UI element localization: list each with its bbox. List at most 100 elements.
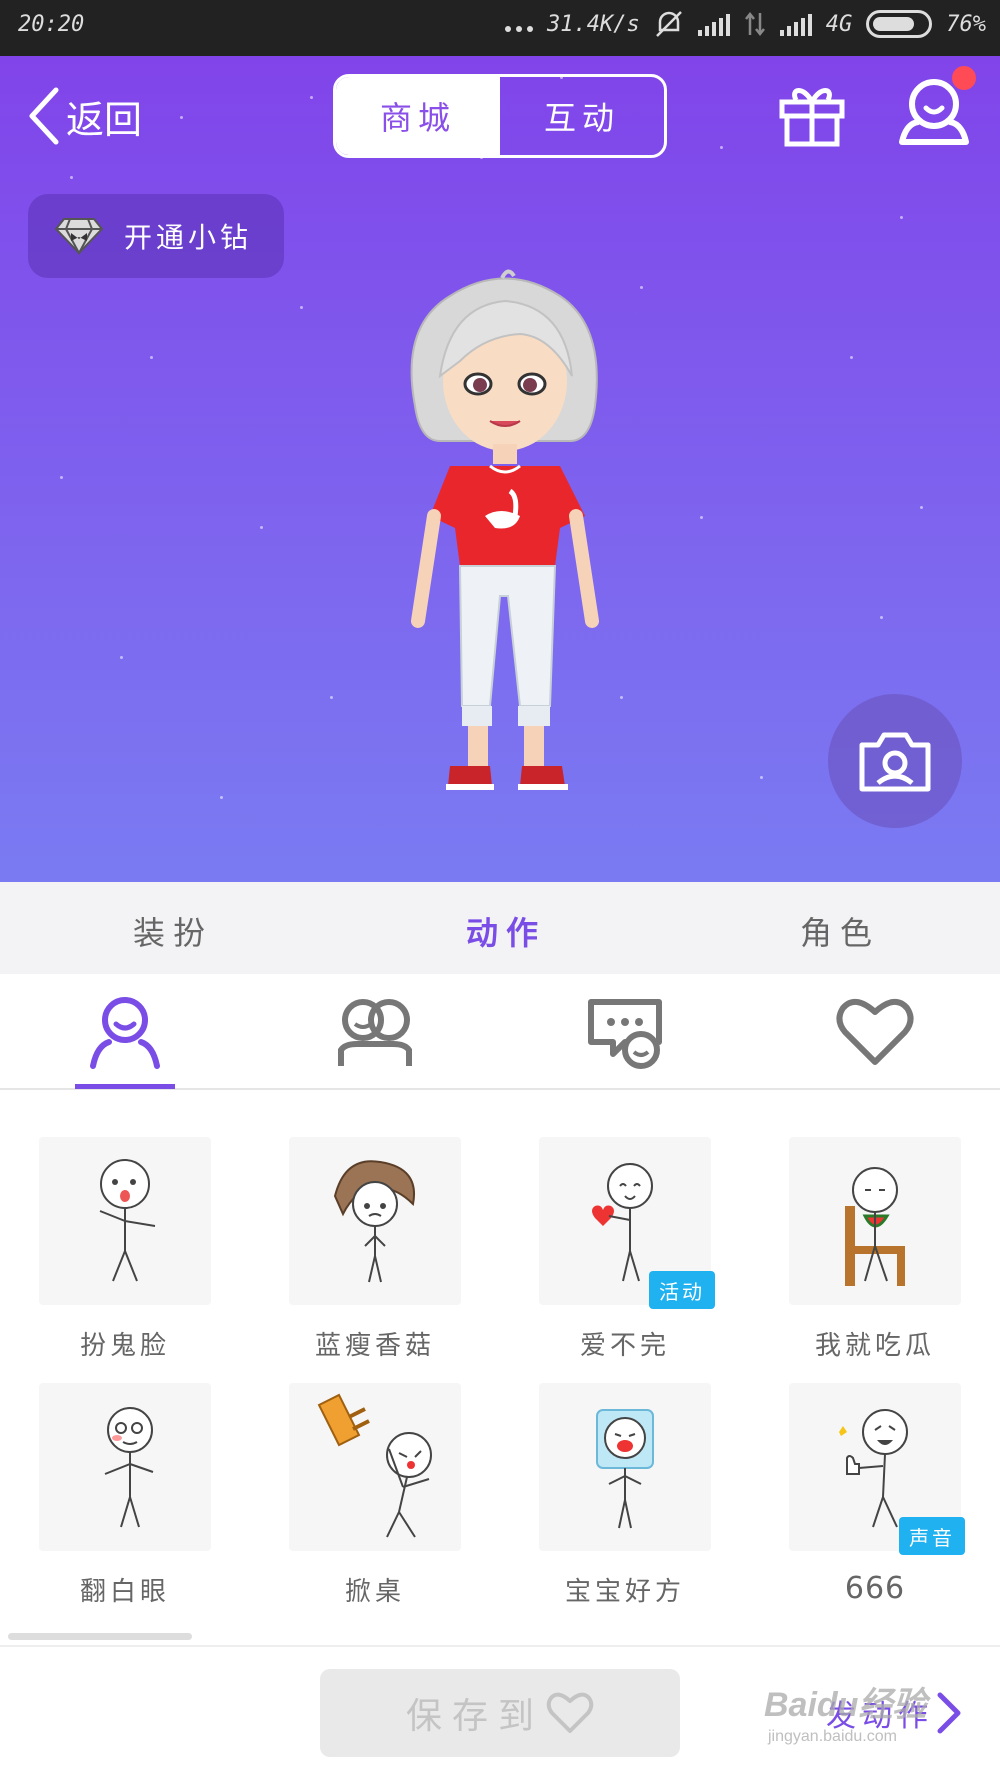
heart-outline-icon [546, 1692, 594, 1733]
star-decoration [180, 116, 183, 119]
action-grid: 扮鬼脸 蓝瘦香菇 活动 爱不完 我就吃瓜 翻白眼 掀桌 宝宝好方 声音 666 [0, 1090, 1000, 1645]
vip-button[interactable]: 开通小钻 [28, 194, 284, 278]
category-bar [0, 974, 1000, 1090]
star-decoration [620, 696, 623, 699]
mute-icon [655, 11, 682, 37]
main-tabs: 装扮 动作 角色 [0, 882, 1000, 974]
chevron-right-icon [937, 1692, 961, 1734]
bottom-bar: 保存到 发动作 Baidu经验 jingyan.baidu.com [0, 1645, 1000, 1778]
camera-icon [859, 732, 931, 792]
action-thumbnail [289, 1383, 461, 1551]
more-dots-icon [505, 26, 534, 32]
gift-icon[interactable] [778, 80, 846, 148]
publish-action-button[interactable]: 发动作 [826, 1691, 962, 1735]
action-item[interactable]: 宝宝好方 [539, 1383, 711, 1608]
avatar-character [410, 269, 599, 790]
battery-percent: 76% [946, 11, 986, 37]
star-decoration [700, 516, 703, 519]
action-item[interactable]: 活动 爱不完 [539, 1137, 715, 1362]
avatar-stage: 返回 商城 互动 开通小钻 [0, 56, 1000, 882]
action-thumbnail [539, 1383, 711, 1551]
category-chat[interactable] [575, 994, 675, 1070]
vip-label: 开通小钻 [124, 221, 253, 254]
action-label: 掀桌 [344, 1577, 405, 1607]
status-bar: 20:20 31.4K/s 4G 76% [0, 0, 1000, 56]
notification-dot [952, 66, 976, 90]
stick-figure-face-icon [99, 1159, 156, 1282]
star-decoration [720, 146, 723, 149]
star-decoration [150, 356, 153, 359]
eye-roll-figure-icon [104, 1407, 154, 1528]
thumbs-up-figure-icon [839, 1409, 908, 1528]
back-label: 返回 [66, 97, 143, 142]
sound-badge: 声音 [899, 1517, 965, 1555]
star-decoration [60, 476, 63, 479]
tab-actions[interactable]: 动作 [466, 908, 546, 954]
action-label: 我就吃瓜 [814, 1331, 935, 1361]
battery-icon [866, 10, 933, 38]
action-label: 蓝瘦香菇 [314, 1331, 435, 1361]
action-thumbnail [39, 1137, 211, 1305]
action-item[interactable]: 翻白眼 [39, 1383, 211, 1608]
star-decoration [900, 216, 903, 219]
action-thumbnail [789, 1137, 961, 1305]
event-badge: 活动 [649, 1271, 715, 1309]
heart-icon [836, 999, 914, 1065]
chevron-left-icon [29, 87, 59, 145]
action-label: 666 [844, 1571, 906, 1606]
mushroom-head-figure-icon [333, 1160, 415, 1283]
action-item[interactable]: 我就吃瓜 [789, 1137, 961, 1362]
action-label: 爱不完 [579, 1331, 670, 1361]
action-thumbnail [289, 1137, 461, 1305]
category-single[interactable] [75, 994, 175, 1070]
star-decoration [260, 526, 263, 529]
star-decoration [330, 696, 333, 699]
star-decoration [120, 656, 123, 659]
watermelon-figure-icon [845, 1167, 905, 1286]
status-time: 20:20 [18, 12, 85, 37]
signal-icon-2 [779, 12, 812, 36]
header-tab-switch: 商城 互动 [333, 74, 667, 158]
two-persons-icon [338, 999, 412, 1066]
tab-roles[interactable]: 角色 [800, 908, 880, 954]
scrollbar[interactable] [8, 1633, 192, 1640]
action-thumbnail: 声音 [789, 1383, 965, 1555]
star-decoration [300, 306, 303, 309]
save-to-favorites-button[interactable]: 保存到 [320, 1669, 680, 1757]
camera-button[interactable] [828, 694, 962, 828]
category-favorite[interactable] [825, 994, 925, 1070]
star-decoration [880, 616, 883, 619]
signal-icon [697, 12, 730, 36]
save-label: 保存到 [405, 1696, 544, 1737]
action-item[interactable]: 扮鬼脸 [39, 1137, 211, 1362]
action-thumbnail: 活动 [539, 1137, 715, 1309]
network-type: 4G [825, 11, 853, 37]
star-decoration [920, 506, 923, 509]
publish-label: 发动作 [826, 1699, 934, 1734]
star-decoration [850, 356, 853, 359]
action-label: 宝宝好方 [564, 1577, 685, 1607]
data-arrows-icon [744, 11, 765, 37]
action-item[interactable]: 声音 666 [789, 1383, 965, 1606]
action-thumbnail [39, 1383, 211, 1551]
tab-dressup[interactable]: 装扮 [133, 908, 213, 954]
star-decoration [310, 96, 313, 99]
chat-face-icon [588, 999, 662, 1069]
tab-shop[interactable]: 商城 [336, 77, 500, 155]
back-button[interactable]: 返回 [26, 86, 142, 146]
tab-interact[interactable]: 互动 [500, 77, 664, 155]
single-person-icon [90, 997, 160, 1069]
action-label: 翻白眼 [79, 1577, 170, 1607]
diamond-icon [54, 218, 104, 255]
action-label: 扮鬼脸 [79, 1331, 170, 1361]
heart-figure-icon [592, 1163, 653, 1282]
star-decoration [760, 776, 763, 779]
flip-table-figure-icon [317, 1393, 432, 1538]
category-pair[interactable] [325, 994, 425, 1070]
category-active-indicator [75, 1084, 175, 1089]
star-decoration [70, 176, 73, 179]
network-speed: 31.4K/s [547, 11, 640, 37]
action-item[interactable]: 掀桌 [289, 1383, 461, 1608]
action-item[interactable]: 蓝瘦香菇 [289, 1137, 461, 1362]
star-decoration [640, 286, 643, 289]
